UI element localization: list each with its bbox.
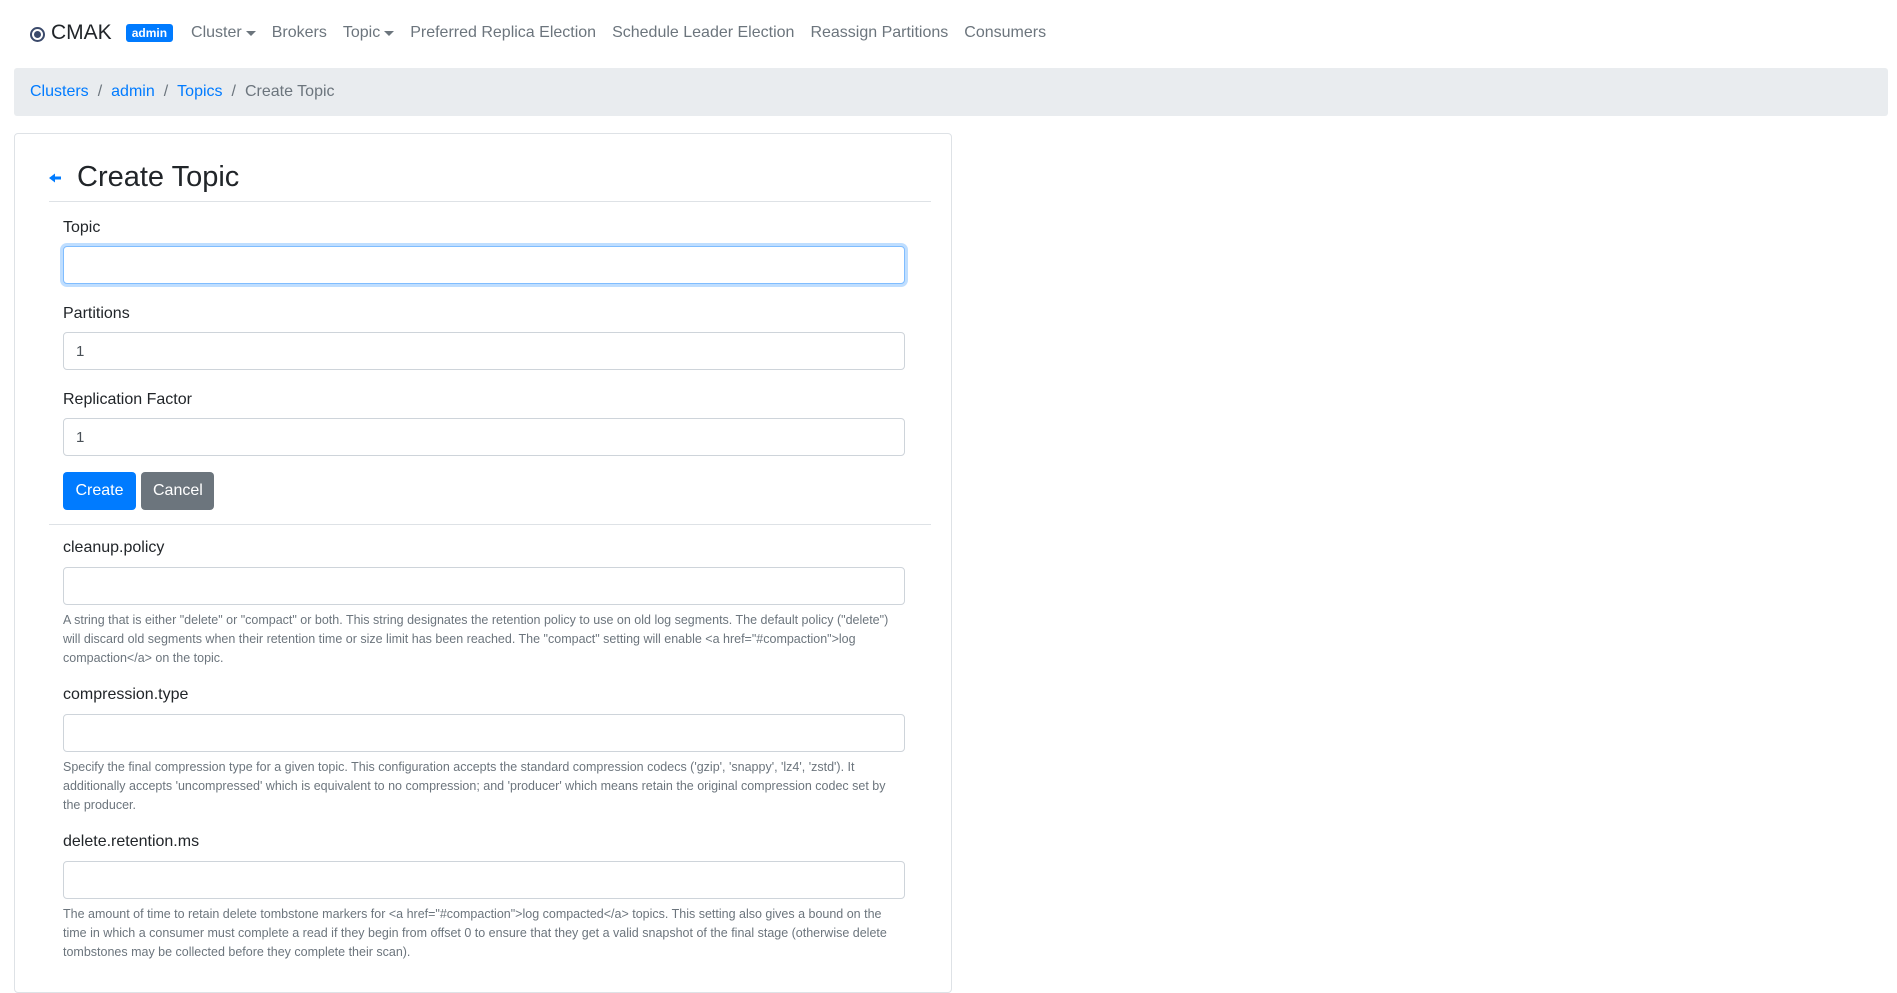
nav-reassign-partitions[interactable]: Reassign Partitions [810,24,948,42]
nav-schedule-leader-election[interactable]: Schedule Leader Election [612,24,794,42]
caret-down-icon [384,30,395,36]
replication-factor-input[interactable] [63,418,905,456]
breadcrumb-topics[interactable]: Topics [177,83,222,101]
compression-type-input[interactable] [63,714,905,752]
cleanup-policy-input[interactable] [63,567,905,605]
nav-cluster-dropdown[interactable]: Cluster [191,24,256,42]
delete-retention-ms-help: The amount of time to retain delete tomb… [63,907,887,959]
compression-type-help: Specify the final compression type for a… [63,760,886,812]
cancel-button[interactable]: Cancel [141,472,214,510]
breadcrumb-cluster-admin[interactable]: admin [111,83,155,101]
caret-down-icon [245,30,256,36]
create-button[interactable]: Create [63,472,136,510]
radio-logo-icon [30,27,45,42]
nav-brokers[interactable]: Brokers [272,24,327,42]
breadcrumb-current: Create Topic [244,83,335,100]
cluster-badge: admin [125,24,174,42]
topic-label: Topic [63,219,101,236]
compression-type-label: compression.type [63,686,189,703]
cleanup-policy-label: cleanup.policy [63,539,165,556]
section-divider [49,524,931,525]
breadcrumb-separator: / [231,83,236,100]
delete-retention-ms-input[interactable] [63,861,905,899]
topic-name-input[interactable] [63,246,905,284]
brand-logo[interactable]: CMAK [30,21,112,45]
cleanup-policy-help: A string that is either "delete" or "com… [63,613,889,665]
nav-topic-dropdown[interactable]: Topic [343,24,395,42]
card-header: Create Topic [49,154,931,202]
nav-consumers[interactable]: Consumers [964,24,1046,42]
breadcrumb-clusters[interactable]: Clusters [30,83,89,101]
page-title: Create Topic [77,161,240,193]
delete-retention-ms-label: delete.retention.ms [63,833,200,850]
partitions-label: Partitions [63,305,130,322]
breadcrumb-separator: / [163,83,169,100]
breadcrumb: Clusters / admin / Topics / Create Topic [14,68,1888,116]
breadcrumb-separator: / [97,83,103,100]
replication-factor-label: Replication Factor [63,391,192,408]
partitions-input[interactable] [63,332,905,370]
top-navbar: CMAK admin Cluster Brokers Topic Preferr… [0,0,1897,66]
nav-preferred-replica-election[interactable]: Preferred Replica Election [410,24,596,42]
create-topic-card: Create Topic Topic Partitions Replicatio… [14,133,952,993]
brand-name: CMAK [51,21,112,44]
back-arrow-icon[interactable] [49,171,63,185]
